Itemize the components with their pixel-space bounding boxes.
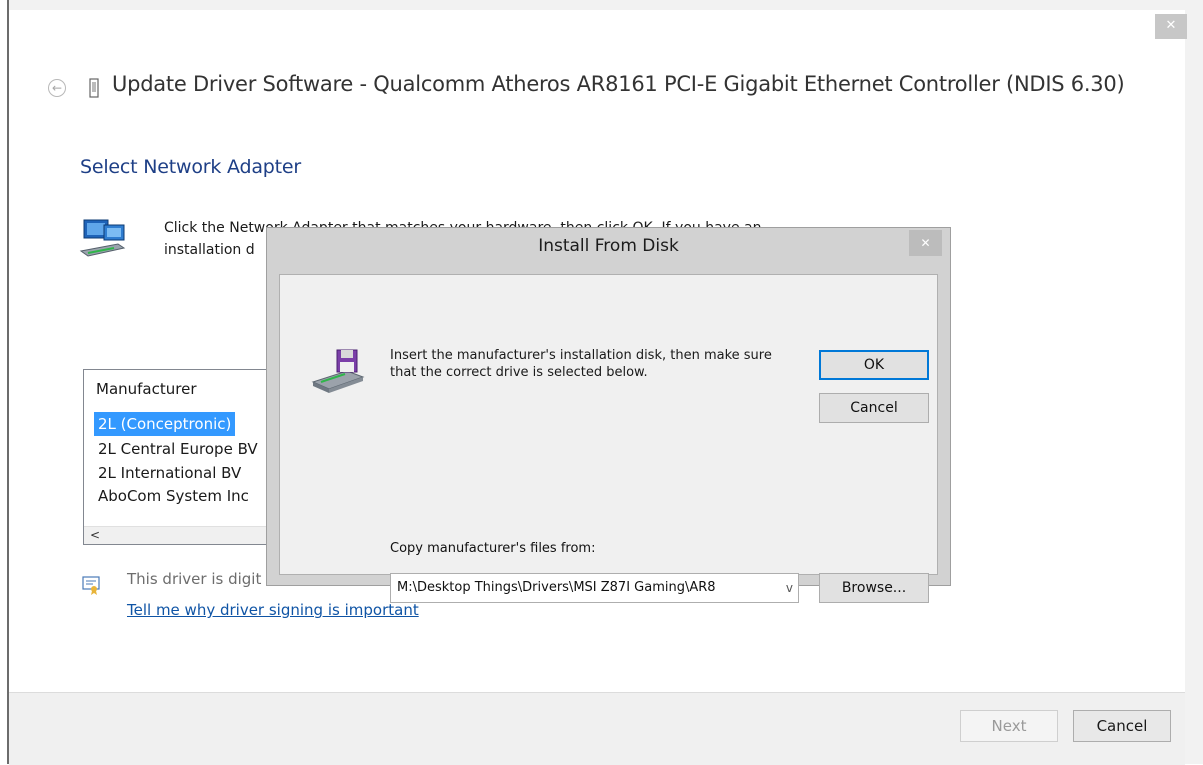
- ok-button[interactable]: OK: [819, 350, 929, 380]
- window-top-strip: [9, 0, 1203, 10]
- driver-signing-link[interactable]: Tell me why driver signing is important: [127, 601, 419, 619]
- manufacturer-list[interactable]: Manufacturer 2L (Conceptronic) 2L Centra…: [83, 369, 271, 545]
- source-path-value: M:\Desktop Things\Drivers\MSI Z87I Gamin…: [397, 580, 716, 595]
- window-title: Update Driver Software - Qualcomm Athero…: [112, 72, 1125, 96]
- dialog-title: Install From Disk: [538, 236, 679, 256]
- back-button[interactable]: ←: [48, 79, 66, 97]
- chevron-down-icon[interactable]: v: [786, 574, 793, 602]
- dialog-cancel-button[interactable]: Cancel: [819, 393, 929, 423]
- certificate-icon: [82, 576, 100, 595]
- back-arrow-icon: ←: [51, 81, 63, 95]
- driver-signing-status: This driver is digit: [127, 570, 262, 588]
- manufacturer-item[interactable]: 2L (Conceptronic): [94, 412, 236, 436]
- next-button[interactable]: Next: [960, 710, 1058, 742]
- dialog-body: Insert the manufacturer's installation d…: [279, 274, 938, 603]
- close-icon: ✕: [920, 236, 931, 250]
- dialog-message: Insert the manufacturer's installation d…: [390, 348, 772, 380]
- manufacturer-column-header: Manufacturer: [96, 380, 197, 398]
- window-right-border: [1185, 10, 1203, 764]
- page-heading: Select Network Adapter: [80, 156, 302, 178]
- horizontal-scrollbar[interactable]: <: [84, 526, 270, 544]
- cancel-button[interactable]: Cancel: [1073, 710, 1171, 742]
- manufacturer-item[interactable]: AboCom System Inc: [94, 484, 253, 508]
- close-window-button[interactable]: ✕: [1155, 14, 1187, 39]
- close-icon: ✕: [1165, 18, 1177, 33]
- install-from-disk-dialog: Install From Disk ✕ Insert the manufactu…: [266, 227, 951, 603]
- disk-drive-icon: [311, 349, 365, 393]
- dialog-close-button[interactable]: ✕: [909, 230, 942, 256]
- manufacturer-item[interactable]: 2L International BV: [94, 461, 245, 485]
- scroll-left-arrow-icon[interactable]: <: [90, 527, 100, 544]
- device-icon: [89, 78, 99, 98]
- browse-button[interactable]: Browse...: [819, 573, 929, 603]
- manufacturer-item[interactable]: 2L Central Europe BV: [94, 437, 262, 461]
- update-driver-window: ✕ ← Update Driver Software - Qualcomm At…: [0, 0, 1203, 765]
- network-adapter-icon: [79, 219, 126, 257]
- source-path-combobox[interactable]: M:\Desktop Things\Drivers\MSI Z87I Gamin…: [390, 573, 799, 603]
- copy-files-label: Copy manufacturer's files from:: [390, 541, 596, 556]
